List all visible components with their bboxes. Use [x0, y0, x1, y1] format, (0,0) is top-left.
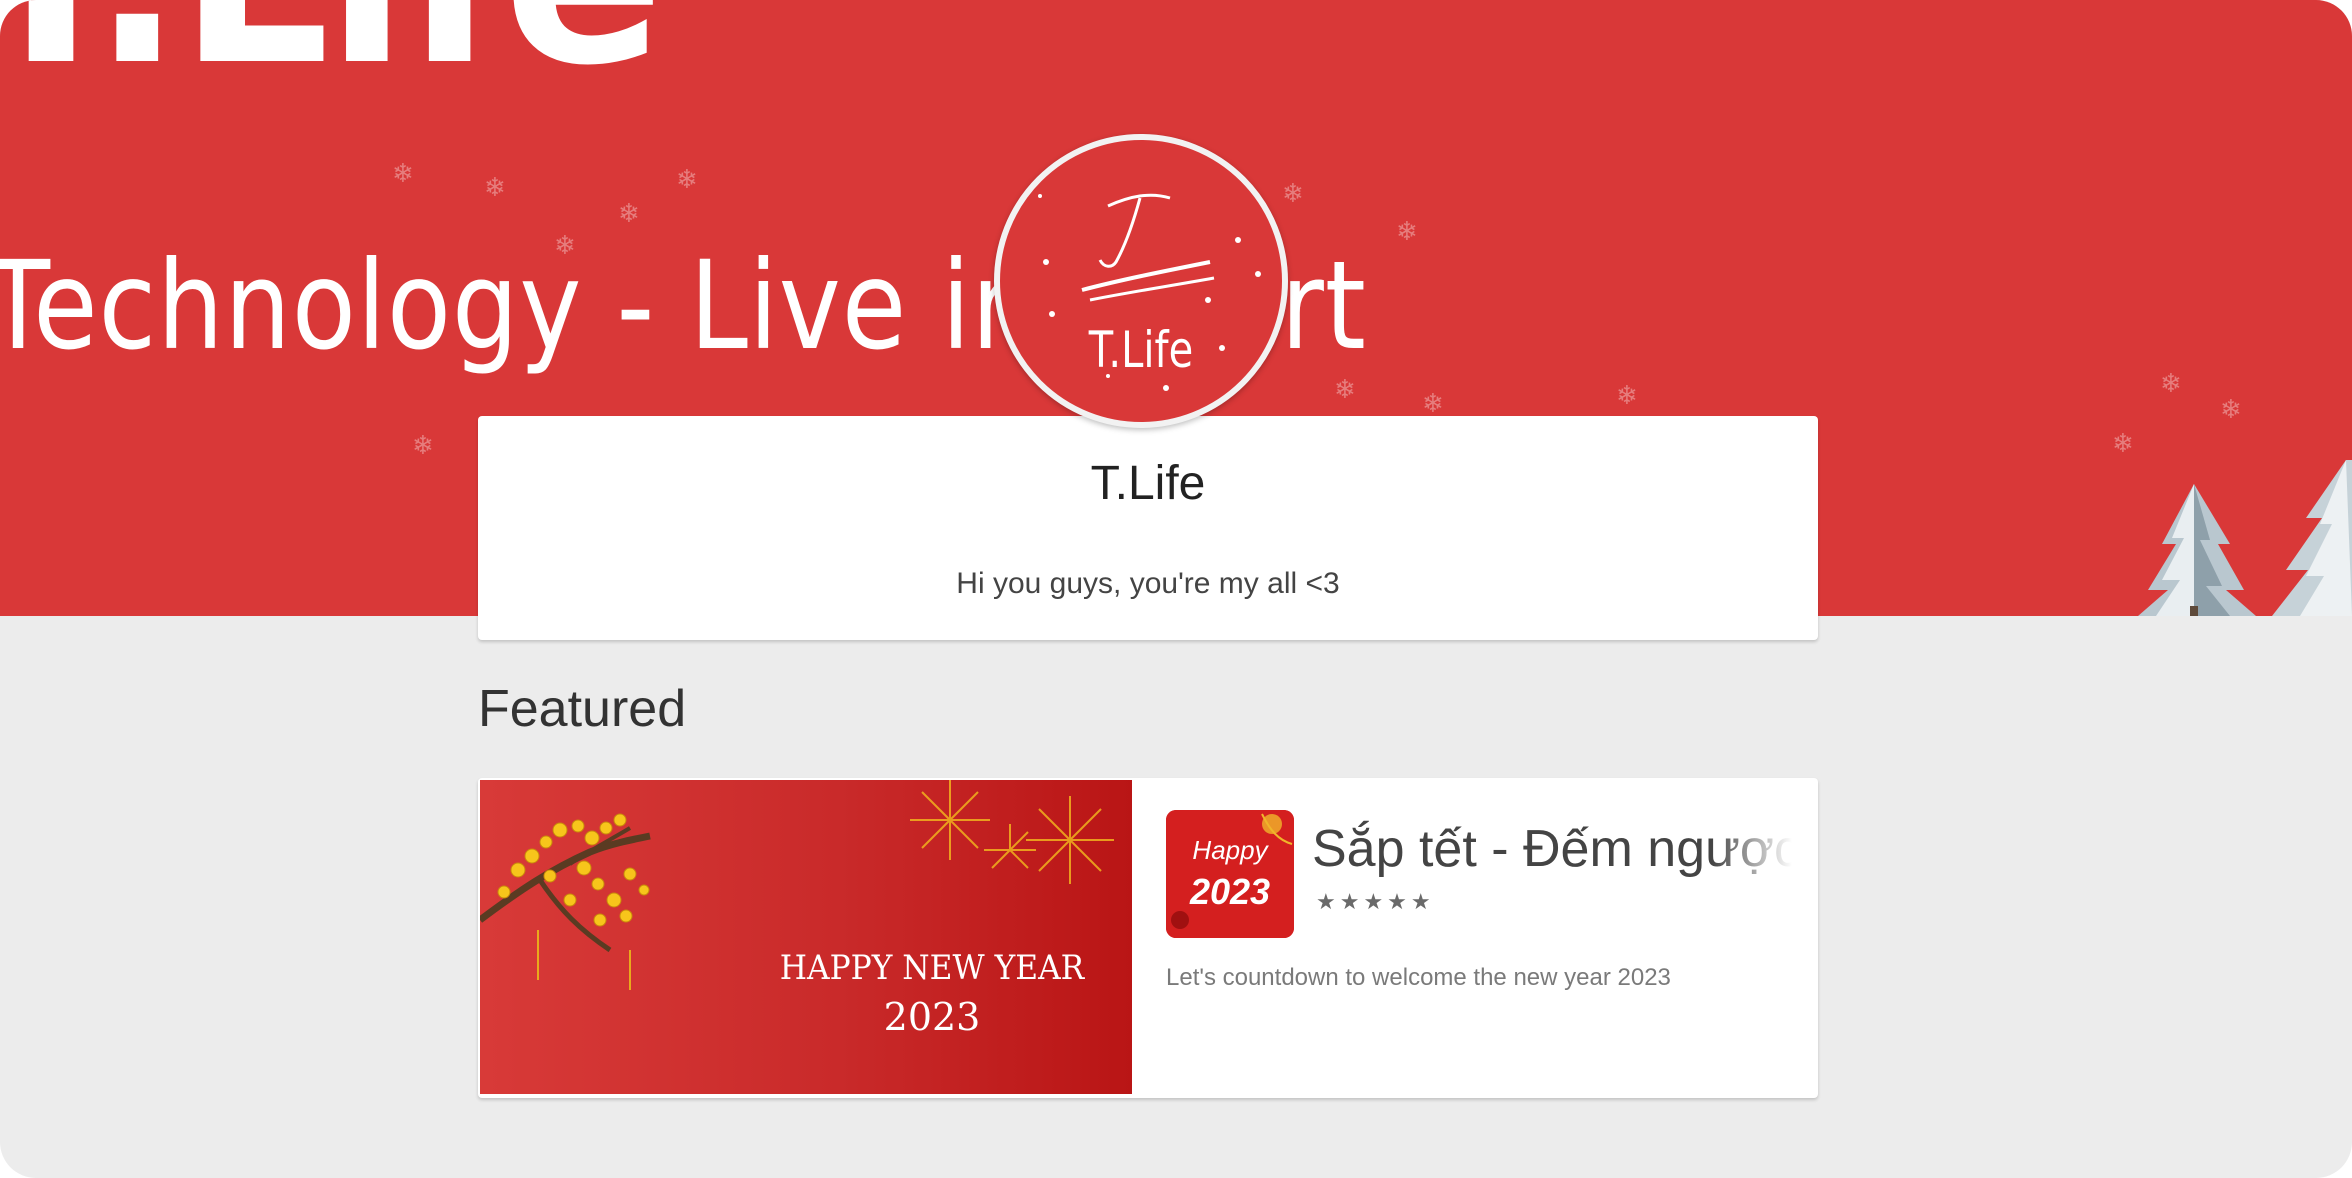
- app-icon-year: 2023: [1189, 871, 1271, 912]
- app-rating-stars: ★★★★★: [1316, 889, 1435, 914]
- profile-bio: Hi you guys, you're my all <3: [956, 567, 1340, 600]
- app-icon[interactable]: Happy 2023: [1166, 810, 1294, 938]
- featured-app-card[interactable]: HAPPY NEW YEAR 2023 Happy 2023 Sắp tết -…: [478, 778, 1818, 1098]
- snowflake-icon: ❄: [1422, 388, 1444, 418]
- page-frame: T.Life Technology - Live in Effort ❄ ❄ ❄…: [0, 0, 2352, 1178]
- profile-name: T.Life: [1090, 457, 1206, 510]
- snowflake-icon: ❄: [1616, 380, 1638, 410]
- snowflake-icon: ❄: [1396, 216, 1418, 246]
- snowflake-icon: ❄: [2160, 368, 2182, 398]
- snowflake-icon: ❄: [618, 198, 640, 228]
- snowflake-icon: ❄: [554, 230, 576, 260]
- profile-card: T.Life Hi you guys, you're my all <3: [478, 416, 1818, 640]
- snowflake-icon: ❄: [1282, 178, 1304, 208]
- featured-banner-image[interactable]: HAPPY NEW YEAR 2023: [480, 780, 1132, 1094]
- app-title-link[interactable]: Sắp tết - Đếm ngược: [1312, 814, 1792, 886]
- banner-greeting-text: HAPPY NEW YEAR: [779, 948, 1085, 988]
- app-description: Let's countdown to welcome the new year …: [1166, 964, 1671, 991]
- logo-text: T.Life: [1088, 321, 1194, 379]
- snowflake-icon: ❄: [2220, 394, 2242, 424]
- cover-big-title: T.Life: [0, 0, 664, 100]
- snowflake-icon: ❄: [1334, 374, 1356, 404]
- logo-monogram-icon: [1038, 193, 1261, 391]
- banner-year-text: 2023: [883, 995, 981, 1039]
- developer-logo-avatar: T.Life: [994, 134, 1288, 428]
- featured-section-title: Featured: [478, 680, 687, 738]
- snowflake-icon: ❄: [484, 172, 506, 202]
- snowflake-icon: ❄: [392, 158, 414, 188]
- snowy-trees-image: [2138, 460, 2352, 616]
- apricot-blossom-fireworks-art: [480, 780, 1114, 990]
- app-icon-greeting: Happy: [1192, 835, 1268, 865]
- snowflake-icon: ❄: [676, 164, 698, 194]
- snowflake-icon: ❄: [412, 430, 434, 460]
